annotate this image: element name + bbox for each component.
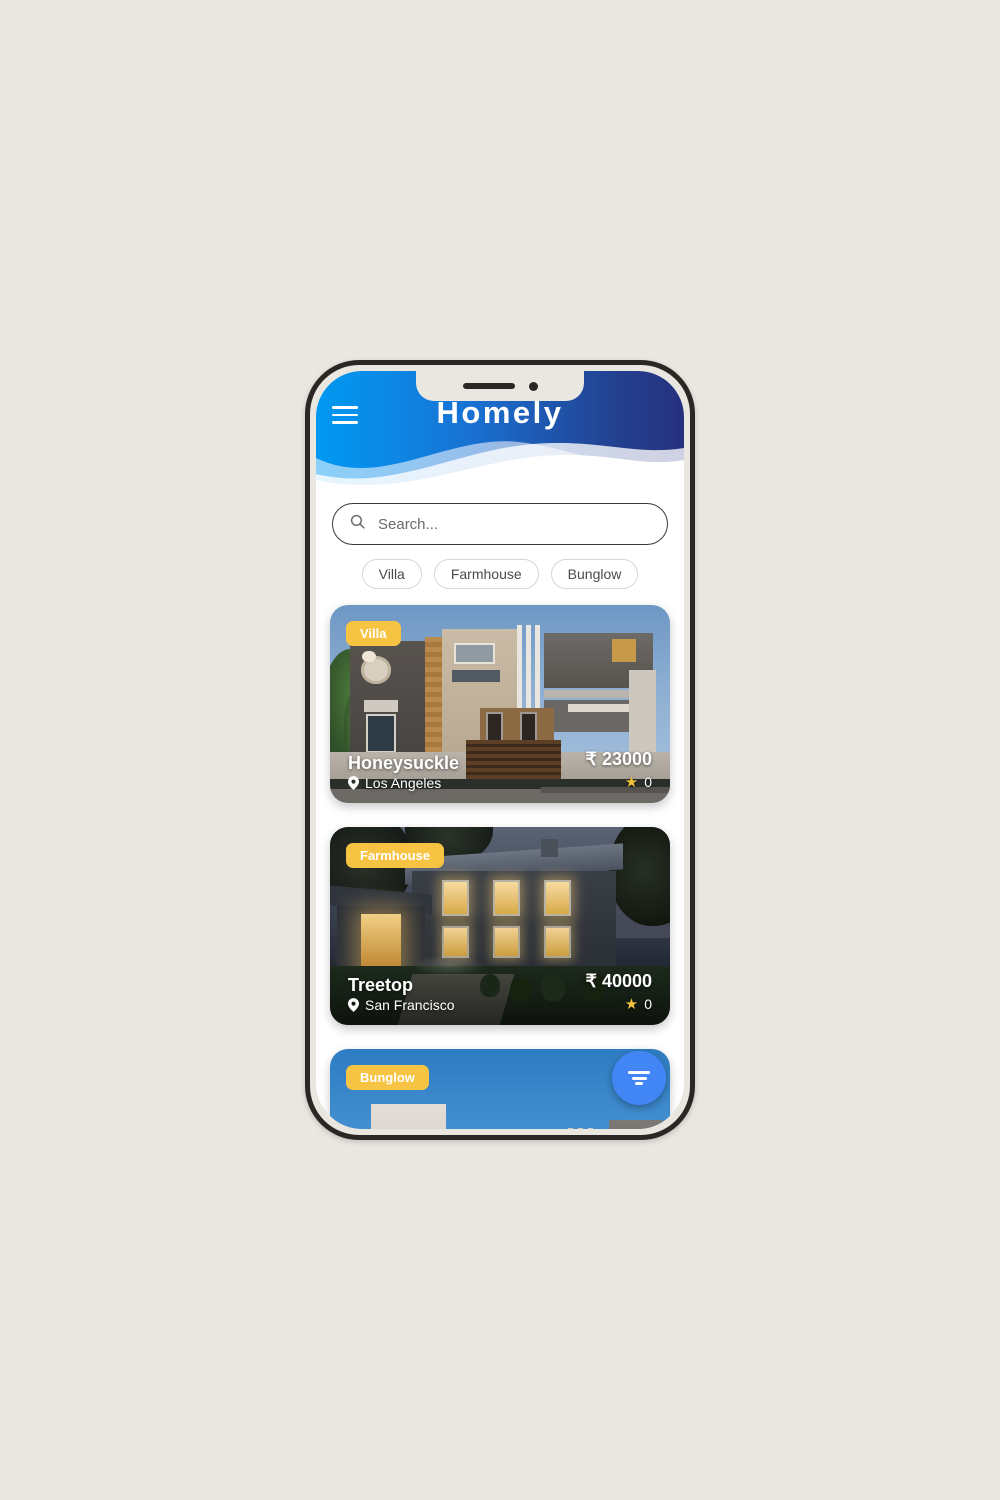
search-section xyxy=(316,489,684,545)
listing-rating: ★ 0 xyxy=(585,773,652,791)
front-camera-icon xyxy=(528,381,538,391)
filter-fab-button[interactable] xyxy=(612,1051,666,1105)
earpiece-speaker xyxy=(462,383,515,389)
search-input[interactable] xyxy=(378,515,651,533)
listing-card[interactable]: Farmhouse Treetop San Francisco ₹ 40000 … xyxy=(330,827,670,1025)
listing-info: Treetop San Francisco ₹ 40000 ★ 0 xyxy=(330,971,670,1025)
listing-badge: Villa xyxy=(346,621,401,646)
map-pin-icon xyxy=(348,776,359,790)
listing-info-left: Treetop San Francisco xyxy=(348,973,454,1013)
listing-card[interactable]: Villa Honeysuckle Los Angeles ₹ 23000 ★ … xyxy=(330,605,670,803)
listing-badge: Farmhouse xyxy=(346,843,445,868)
listing-badge: Bunglow xyxy=(346,1065,429,1090)
map-pin-icon xyxy=(348,998,359,1012)
listing-location: Los Angeles xyxy=(348,775,459,791)
listing-list: Villa Honeysuckle Los Angeles ₹ 23000 ★ … xyxy=(316,589,684,1129)
listing-rating: ★ 0 xyxy=(585,995,652,1013)
listing-rating-value: 0 xyxy=(644,996,652,1012)
listing-location: San Francisco xyxy=(348,997,454,1013)
search-icon xyxy=(349,513,366,535)
filter-icon xyxy=(628,1069,650,1088)
filter-chip-farmhouse[interactable]: Farmhouse xyxy=(433,559,539,589)
filter-chip-bunglow[interactable]: Bunglow xyxy=(550,559,639,589)
filter-line xyxy=(635,1082,643,1085)
page-canvas: Homely Search... Villa Farmhouse Bunglow… xyxy=(0,0,1000,1500)
listing-location-text: San Francisco xyxy=(365,997,455,1013)
listing-name: Honeysuckle xyxy=(348,752,460,773)
filter-line xyxy=(628,1071,650,1074)
phone-notch xyxy=(416,371,584,401)
filter-line xyxy=(631,1076,647,1080)
search-bar[interactable] xyxy=(332,503,668,545)
listing-info: Honeysuckle Los Angeles ₹ 23000 ★ 0 xyxy=(330,749,670,803)
listing-price: ₹ 40000 xyxy=(585,971,652,991)
listing-info-right: ₹ 23000 ★ 0 xyxy=(585,749,652,791)
listing-name: Treetop xyxy=(348,974,414,995)
listing-location-text: Los Angeles xyxy=(365,775,442,791)
listing-info-left: Honeysuckle Los Angeles xyxy=(348,751,459,791)
star-icon: ★ xyxy=(624,996,639,1013)
listing-info-right: ₹ 40000 ★ 0 xyxy=(585,971,652,1013)
star-icon: ★ xyxy=(624,774,639,791)
listing-rating-value: 0 xyxy=(644,774,652,790)
phone-frame: Homely Search... Villa Farmhouse Bunglow… xyxy=(305,360,695,1140)
phone-screen: Homely Search... Villa Farmhouse Bunglow… xyxy=(316,371,684,1129)
filter-chip-villa[interactable]: Villa xyxy=(361,559,422,589)
filter-chip-row: Villa Farmhouse Bunglow xyxy=(316,545,684,589)
listing-price: ₹ 23000 xyxy=(585,749,652,769)
